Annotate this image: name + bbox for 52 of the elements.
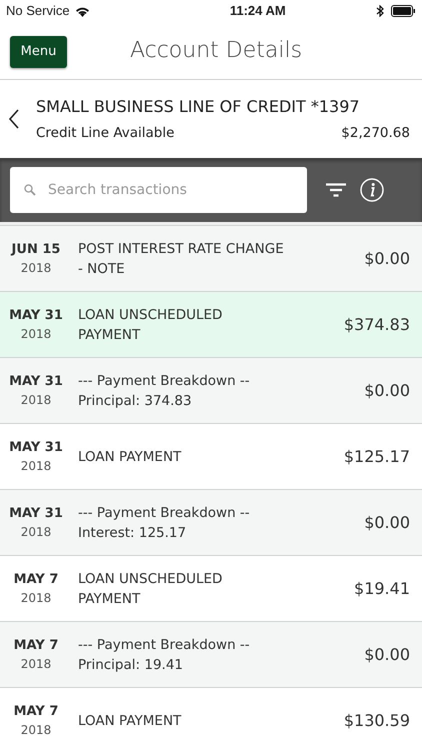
date-text: JUN 15 (12, 240, 60, 259)
date-text: MAY 31 (9, 504, 63, 523)
transaction-row[interactable]: MAY 31 2018 --- Payment Breakdown -- Principal: 374.83 $0.00 (0, 358, 422, 424)
year-text: 2018 (20, 458, 52, 476)
date-text: MAY 31 (9, 306, 63, 325)
transaction-description: LOAN UNSCHEDULED PAYMENT (78, 570, 224, 608)
date-text: MAY 7 (14, 702, 58, 721)
date-text: MAY 7 (14, 570, 58, 589)
year-text: 2018 (20, 590, 52, 608)
transaction-row[interactable]: MAY 31 2018 LOAN UNSCHEDULED PAYMENT $374.83 (0, 292, 422, 358)
transaction-row[interactable]: MAY 31 2018 --- Payment Breakdown -- Interest: 125.17 $0.00 (0, 490, 422, 556)
clock-text: 11:24 AM (230, 2, 286, 20)
credit-label: Credit Line Available (36, 124, 174, 143)
year-text: 2018 (20, 524, 52, 542)
wifi-icon (74, 6, 90, 16)
transaction-amount: $374.83 (344, 314, 410, 336)
transaction-row[interactable]: MAY 7 2018 --- Payment Breakdown -- Principal: 19.41 $0.00 (0, 622, 422, 688)
transaction-amount: $130.59 (344, 710, 410, 732)
transaction-description: LOAN PAYMENT (78, 448, 182, 466)
battery-icon (391, 5, 416, 17)
bluetooth-icon (376, 5, 384, 17)
transaction-row[interactable]: JUN 15 2018 POST INTEREST RATE CHANGE - NOTE $0.00 (0, 226, 422, 292)
date-text: MAY 31 (9, 372, 63, 391)
year-text: 2018 (20, 326, 52, 344)
transaction-description: --- Payment Breakdown -- Interest: 125.17 (78, 504, 251, 542)
year-text: 2018 (20, 260, 52, 278)
transaction-amount: $0.00 (364, 248, 410, 270)
transaction-description: LOAN PAYMENT (78, 712, 182, 730)
year-text: 2018 (20, 722, 52, 740)
filter-icon[interactable] (326, 183, 346, 197)
transaction-description: --- Payment Breakdown -- Principal: 374.83 (78, 372, 251, 410)
transaction-amount: $0.00 (364, 380, 410, 402)
year-text: 2018 (20, 392, 52, 410)
menu-button[interactable]: Menu (10, 36, 67, 68)
transaction-amount: $0.00 (364, 512, 410, 534)
info-icon[interactable] (360, 178, 384, 202)
transaction-amount: $0.00 (364, 644, 410, 666)
transaction-description: POST INTEREST RATE CHANGE - NOTE (78, 240, 285, 278)
date-text: MAY 7 (14, 636, 58, 655)
back-icon[interactable] (8, 109, 20, 129)
date-text: MAY 31 (9, 438, 63, 457)
carrier-text: No Service (6, 2, 70, 20)
transaction-amount: $19.41 (354, 578, 410, 600)
account-name: SMALL BUSINESS LINE OF CREDIT *1397 (36, 96, 361, 118)
transaction-amount: $125.17 (344, 446, 410, 468)
transaction-description: LOAN UNSCHEDULED PAYMENT (78, 306, 224, 344)
search-field[interactable]: Search transactions (10, 167, 307, 213)
transaction-description: --- Payment Breakdown -- Principal: 19.41 (78, 636, 251, 674)
year-text: 2018 (20, 656, 52, 674)
page-title: Account Details (130, 37, 302, 65)
search-icon (24, 184, 36, 196)
credit-amount: $2,270.68 (341, 124, 410, 143)
